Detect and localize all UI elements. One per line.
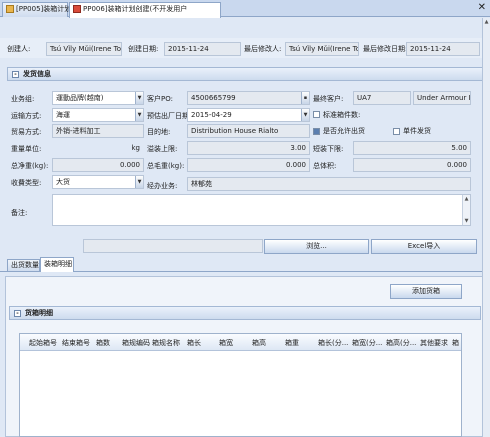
chevron-down-icon[interactable]: ▼ — [135, 109, 143, 121]
std-box-checkbox[interactable] — [313, 110, 320, 118]
over-limit-label: 溢装上限: — [147, 145, 178, 153]
final-customer-name-field: Under Armour Inc. — [413, 91, 471, 105]
close-icon[interactable]: ✕ — [478, 3, 486, 13]
modifier-field: Tsú Vǐly Mǔi(Irene To) — [285, 42, 359, 56]
est-ship-date-label: 预估出厂日期: — [147, 112, 192, 120]
volume-label: 总体积: — [313, 162, 337, 170]
over-limit-field[interactable]: 3.00 — [187, 141, 310, 155]
col-box-count[interactable]: 箱数 — [96, 337, 110, 349]
weight-unit-label: 重量单位: — [11, 145, 42, 153]
created-date-label: 创建日期: — [128, 45, 159, 53]
document-icon — [6, 5, 14, 13]
destination-field: Distribution House Rialto — [187, 124, 310, 138]
weight-unit-field: kg — [131, 144, 141, 152]
volume-field: 0.000 — [353, 158, 471, 172]
consignee-label: 收費类型: — [11, 179, 42, 187]
final-customer-label: 最终客户: — [313, 95, 344, 103]
col-start-box[interactable]: 起始箱号 — [29, 337, 57, 349]
shipping-info-header[interactable]: - 发货信息 — [7, 67, 483, 81]
col-box-length[interactable]: 箱长 — [187, 337, 201, 349]
final-customer-code-field: UA7 — [353, 91, 411, 105]
col-other-requirements[interactable]: 其他要求 — [420, 337, 448, 349]
handler-label: 经办业务: — [147, 182, 178, 190]
tab-pp005-label: [PP005]装箱计划 — [16, 5, 72, 13]
est-ship-date-value: 2015-04-29 — [191, 111, 232, 119]
remarks-scrollbar[interactable]: ▲ ▼ — [462, 195, 470, 225]
excel-import-button[interactable]: Excel导入 — [371, 239, 477, 254]
col-box-width-cm[interactable]: 箱宽(分... — [352, 337, 382, 349]
destination-label: 目的地: — [147, 128, 171, 136]
col-box-spec-code[interactable]: 箱规编码 — [122, 337, 150, 349]
modifier-label: 最后修改人: — [244, 45, 282, 53]
net-weight-field: 0.000 — [52, 158, 144, 172]
created-date-field: 2015-11-24 — [164, 42, 241, 56]
net-weight-label: 总净重(kg): — [11, 162, 49, 170]
col-end-box[interactable]: 结束箱号 — [62, 337, 90, 349]
creator-field: Tsú Vǐly Mǔi(Irene To) — [46, 42, 122, 56]
est-ship-date-picker[interactable]: 2015-04-29 ▼ — [187, 108, 310, 122]
col-box-spec-name[interactable]: 箱规名称 — [152, 337, 180, 349]
transport-select[interactable]: 海運 ▼ — [52, 108, 144, 122]
scroll-up-icon[interactable]: ▲ — [483, 18, 490, 26]
chevron-down-icon[interactable]: ▼ — [135, 176, 143, 188]
remarks-textarea[interactable] — [52, 194, 471, 226]
chevron-down-icon[interactable]: ▼ — [301, 109, 309, 121]
collapse-icon[interactable]: - — [12, 70, 19, 78]
customer-po-field[interactable]: 4500665799 ▪ — [187, 91, 310, 105]
browse-button[interactable]: 浏览... — [264, 239, 369, 254]
tab-ship-quantity[interactable]: 出货数量 — [7, 259, 40, 271]
collapse-icon[interactable]: - — [14, 309, 21, 317]
single-ship-checkbox[interactable] — [393, 127, 400, 135]
allow-split-label: 是否允许出货 — [323, 127, 365, 135]
tab-pp005[interactable]: [PP005]装箱计划 — [2, 2, 72, 17]
customer-po-label: 客户PO: — [147, 95, 173, 103]
single-ship-checkbox-wrap — [393, 127, 400, 135]
transport-label: 运输方式: — [11, 112, 42, 120]
tab-pp006-label: PP006]装箱计划创建(不开发用户 — [83, 5, 188, 13]
transport-value: 海運 — [56, 111, 70, 119]
col-box-height-cm[interactable]: 箱高(分... — [386, 337, 416, 349]
std-box-count-label: 标准箱件数: — [323, 111, 361, 119]
tab-pp006[interactable]: PP006]装箱计划创建(不开发用户 — [69, 2, 221, 18]
allow-split-checkbox[interactable] — [313, 127, 320, 135]
col-box-height[interactable]: 箱高 — [252, 337, 266, 349]
col-box-weight[interactable]: 箱重 — [285, 337, 299, 349]
single-ship-label: 单件发货 — [403, 127, 431, 135]
col-box-width[interactable]: 箱宽 — [219, 337, 233, 349]
box-detail-title: 货箱明细 — [25, 309, 53, 317]
creator-label: 创建人: — [7, 45, 31, 53]
chevron-down-icon[interactable]: ▼ — [135, 92, 143, 104]
file-path-field[interactable] — [83, 239, 263, 253]
consignee-value: 大货 — [56, 178, 70, 186]
business-group-select[interactable]: 運動品牌(越南) ▼ — [52, 91, 144, 105]
shipping-info-title: 发货信息 — [23, 70, 51, 78]
business-group-label: 业务组: — [11, 95, 35, 103]
handler-field: 林郁苑 — [187, 177, 471, 191]
col-box-length-cm[interactable]: 箱长(分... — [318, 337, 348, 349]
scroll-up-icon[interactable]: ▲ — [463, 195, 470, 203]
customer-po-value: 4500665799 — [191, 94, 236, 102]
main-scrollbar[interactable]: ▲ — [482, 18, 490, 437]
trade-label: 贸易方式: — [11, 128, 42, 136]
add-box-button[interactable]: 添加货箱 — [390, 284, 462, 299]
box-detail-header[interactable]: - 货箱明细 — [9, 306, 481, 320]
std-box-checkbox-wrap — [313, 110, 320, 118]
edit-document-icon — [73, 5, 81, 13]
trade-field: 外销-进料加工 — [52, 124, 144, 138]
gross-weight-field: 0.000 — [187, 158, 310, 172]
consignee-select[interactable]: 大货 ▼ — [52, 175, 144, 189]
gross-weight-label: 总毛重(kg): — [147, 162, 185, 170]
scroll-down-icon[interactable]: ▼ — [463, 217, 470, 225]
remarks-label: 备注: — [11, 209, 28, 217]
short-limit-field[interactable]: 5.00 — [353, 141, 471, 155]
allow-split-checkbox-wrap — [313, 127, 320, 135]
modified-date-label: 最后修改日期: — [363, 45, 408, 53]
col-box-extra[interactable]: 箱 — [452, 337, 459, 349]
tab-packing-detail[interactable]: 装箱明细 — [40, 257, 74, 272]
short-limit-label: 短装下限: — [313, 145, 344, 153]
modified-date-field: 2015-11-24 — [406, 42, 480, 56]
lookup-icon[interactable]: ▪ — [301, 92, 309, 104]
business-group-value: 運動品牌(越南) — [56, 94, 104, 102]
